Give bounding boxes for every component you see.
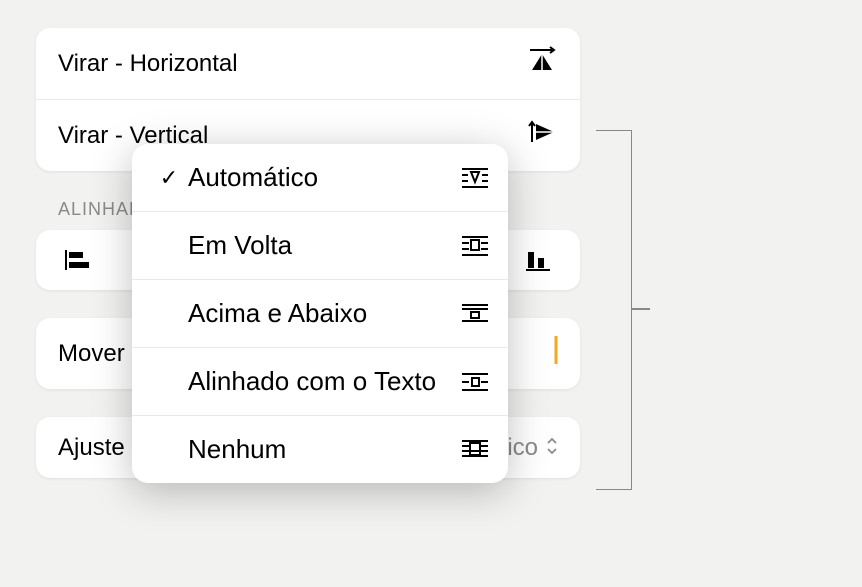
wrap-around-icon	[450, 234, 490, 258]
flip-horizontal-row[interactable]: Virar - Horizontal	[36, 28, 580, 100]
wrap-auto-icon	[450, 166, 490, 190]
popup-item-label: Nenhum	[188, 434, 450, 465]
align-left-icon[interactable]	[58, 244, 98, 276]
align-bottom-icon[interactable]	[518, 244, 558, 276]
wrap-none-icon	[450, 438, 490, 462]
move-label: Mover	[58, 340, 125, 368]
flip-horizontal-icon	[526, 46, 558, 81]
popup-item-label: Automático	[188, 162, 450, 193]
wrap-inline-icon	[450, 370, 490, 394]
flip-vertical-icon	[526, 118, 558, 153]
move-selection-indicator	[538, 334, 558, 373]
popup-item-label: Em Volta	[188, 230, 450, 261]
checkmark-icon: ✓	[150, 165, 188, 191]
popup-item-nenhum[interactable]: Nenhum	[132, 416, 508, 483]
popup-item-automatico[interactable]: ✓ Automático	[132, 144, 508, 212]
callout-bracket	[596, 130, 632, 490]
popup-item-label: Acima e Abaixo	[188, 298, 450, 329]
popup-item-acima-abaixo[interactable]: Acima e Abaixo	[132, 280, 508, 348]
popup-item-label: Alinhado com o Texto	[188, 366, 450, 397]
wrap-above-below-icon	[450, 302, 490, 326]
text-wrap-popup: ✓ Automático Em Volta	[132, 144, 508, 483]
chevron-updown-icon	[546, 434, 558, 462]
popup-item-em-volta[interactable]: Em Volta	[132, 212, 508, 280]
flip-horizontal-label: Virar - Horizontal	[58, 50, 238, 78]
callout-tick	[632, 308, 650, 310]
popup-item-alinhado-texto[interactable]: Alinhado com o Texto	[132, 348, 508, 416]
